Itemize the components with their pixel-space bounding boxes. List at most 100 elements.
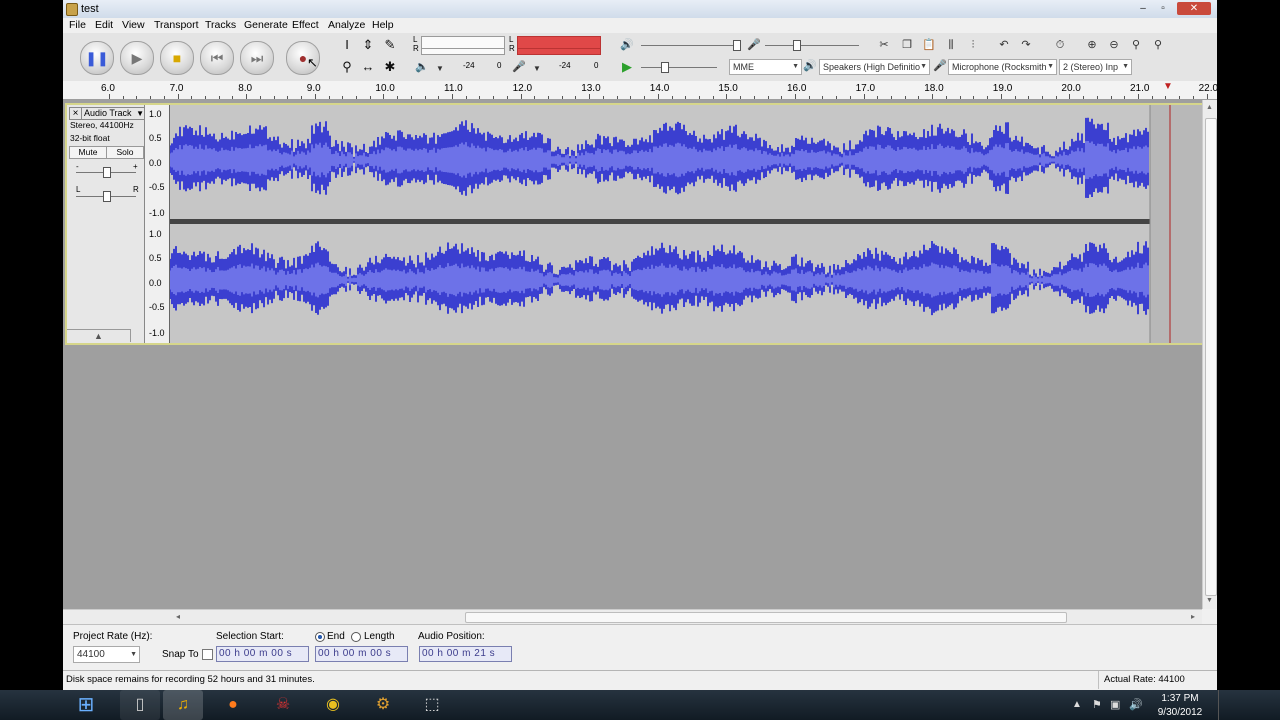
- draw-tool-icon[interactable]: ✎: [381, 36, 399, 54]
- ruler-tick-mark: [122, 96, 124, 99]
- cut-icon[interactable]: ✂: [875, 36, 893, 54]
- snap-to-checkbox[interactable]: [202, 649, 213, 660]
- playback-meter-r[interactable]: [421, 48, 505, 55]
- vertical-scroll-thumb[interactable]: [1205, 118, 1217, 596]
- taskbar-game[interactable]: ☠: [263, 690, 303, 720]
- ruler-tick-mark: [259, 96, 261, 99]
- length-radio[interactable]: [351, 632, 361, 642]
- chevron-down-icon: ▼: [130, 651, 137, 658]
- zoom-in-icon[interactable]: ⊕: [1083, 36, 1101, 54]
- input-volume-thumb[interactable]: [793, 40, 801, 51]
- collapse-button[interactable]: ▲: [67, 329, 131, 342]
- menu-help[interactable]: Help: [372, 19, 394, 31]
- silence-icon[interactable]: ⫶: [964, 36, 982, 54]
- envelope-tool-icon[interactable]: ⇕: [359, 36, 377, 54]
- skip-start-button[interactable]: ⏮: [200, 41, 234, 75]
- multi-tool-icon[interactable]: ✱: [381, 58, 399, 76]
- ruler-tick-mark: [973, 96, 975, 99]
- selection-end-time[interactable]: 00 h 00 m 00 s: [315, 646, 408, 662]
- record-meter-r[interactable]: [517, 48, 601, 55]
- fit-project-icon[interactable]: ⚲: [1149, 36, 1167, 54]
- output-volume-thumb[interactable]: [733, 40, 741, 51]
- tray-volume-icon[interactable]: 🔊: [1129, 698, 1143, 711]
- playhead-marker-icon[interactable]: ▼: [1163, 81, 1173, 92]
- horizontal-scrollbar[interactable]: ◂ ▸: [63, 609, 1202, 625]
- mute-button[interactable]: Mute: [69, 146, 107, 159]
- vertical-scrollbar[interactable]: ▲ ▼: [1202, 100, 1217, 609]
- ruler-tick-mark: [383, 94, 385, 99]
- ruler-tick-mark: [205, 96, 207, 99]
- menu-transport[interactable]: Transport: [154, 19, 199, 31]
- paste-icon[interactable]: 📋: [920, 36, 938, 54]
- pan-thumb[interactable]: [103, 191, 111, 202]
- tray-flag-icon[interactable]: ⚑: [1092, 698, 1102, 711]
- timeline-ruler[interactable]: 6.0 7.0 8.0 9.0 10.0 11.0 12.0 13.0 14.0 15.0 16.0…: [63, 81, 1217, 100]
- scroll-right-icon[interactable]: ▸: [1191, 612, 1195, 621]
- sync-lock-icon[interactable]: ⏱: [1051, 36, 1069, 54]
- minimize-icon[interactable]: –: [1133, 2, 1153, 15]
- selection-start-time[interactable]: 00 h 00 m 00 s: [216, 646, 309, 662]
- close-icon[interactable]: ✕: [1177, 2, 1211, 15]
- menu-generate[interactable]: Generate: [244, 19, 288, 31]
- menu-view[interactable]: View: [122, 19, 145, 31]
- zoom-tool-icon[interactable]: ⚲: [338, 58, 356, 76]
- scroll-up-icon[interactable]: ▲: [1206, 104, 1213, 111]
- selection-tool-icon[interactable]: I: [338, 36, 356, 54]
- input-device-select[interactable]: Microphone (Rocksmith ▼: [948, 59, 1057, 75]
- taskbar-chrome[interactable]: ◉: [313, 690, 353, 720]
- play-speed-slider[interactable]: [641, 67, 717, 68]
- audio-position-time[interactable]: 00 h 00 m 21 s: [419, 646, 512, 662]
- horizontal-scroll-thumb[interactable]: [465, 612, 1067, 623]
- output-device-select[interactable]: Speakers (High Definitio ▼: [819, 59, 930, 75]
- pause-button[interactable]: ❚❚: [80, 41, 114, 75]
- skip-end-button[interactable]: ⏭: [240, 41, 274, 75]
- solo-button[interactable]: Solo: [106, 146, 144, 159]
- timeshift-tool-icon[interactable]: ↔: [359, 58, 377, 76]
- fit-selection-icon[interactable]: ⚲: [1127, 36, 1145, 54]
- play-speed-thumb[interactable]: [661, 62, 669, 73]
- end-radio[interactable]: [315, 632, 325, 642]
- input-channels-select[interactable]: 2 (Stereo) Inp ▼: [1059, 59, 1132, 75]
- menu-effect[interactable]: Effect: [292, 19, 319, 31]
- scroll-left-icon[interactable]: ◂: [176, 612, 180, 621]
- taskbar-settings[interactable]: ⚙: [363, 690, 403, 720]
- ruler-tick-mark: [795, 94, 796, 99]
- output-device-icon: 🔊: [803, 60, 817, 72]
- clock-date[interactable]: 9/30/2012: [1150, 707, 1210, 718]
- undo-icon[interactable]: ↶: [995, 36, 1013, 54]
- input-volume-slider[interactable]: [765, 45, 859, 46]
- taskbar-explorer[interactable]: ▯: [120, 690, 160, 720]
- track-name-menu[interactable]: Audio Track ▼: [81, 107, 146, 120]
- menu-tracks[interactable]: Tracks: [205, 19, 236, 31]
- maximize-icon[interactable]: ▫: [1153, 2, 1173, 15]
- speaker-icon: 🔈: [415, 61, 429, 73]
- play-button[interactable]: ▶: [120, 41, 154, 75]
- tray-network-icon[interactable]: ▣: [1110, 698, 1120, 711]
- redo-icon[interactable]: ↷: [1017, 36, 1035, 54]
- rec-meter-dropdown-icon[interactable]: ▼: [528, 60, 546, 78]
- zoom-out-icon[interactable]: ⊖: [1105, 36, 1123, 54]
- project-rate-select[interactable]: 44100 ▼: [73, 646, 140, 663]
- taskbar-snipping[interactable]: ⬚: [412, 690, 452, 720]
- gain-thumb[interactable]: [103, 167, 111, 178]
- start-button[interactable]: ⊞: [68, 690, 104, 720]
- stop-icon: ■: [172, 50, 182, 66]
- amplitude-label: 0.5: [149, 133, 162, 143]
- play-meter-dropdown-icon[interactable]: ▼: [431, 60, 449, 78]
- taskbar-firefox[interactable]: ●: [213, 690, 253, 720]
- stop-button[interactable]: ■: [160, 41, 194, 75]
- clock-time[interactable]: 1:37 PM: [1150, 693, 1210, 704]
- play-at-speed-icon[interactable]: ▶: [618, 58, 636, 76]
- menu-file[interactable]: File: [69, 19, 86, 31]
- waveform-display[interactable]: [170, 105, 1202, 343]
- menu-analyze[interactable]: Analyze: [328, 19, 365, 31]
- audio-host-select[interactable]: MME ▼: [729, 59, 802, 75]
- menu-edit[interactable]: Edit: [95, 19, 113, 31]
- copy-icon[interactable]: ❐: [898, 36, 916, 54]
- output-volume-slider[interactable]: [641, 45, 741, 46]
- tray-expand-icon[interactable]: ▲: [1072, 699, 1082, 710]
- trim-icon[interactable]: ⫼: [942, 36, 960, 54]
- taskbar-audacity[interactable]: ♫: [163, 690, 203, 720]
- scroll-down-icon[interactable]: ▼: [1206, 597, 1213, 604]
- ruler-tick-mark: [136, 96, 138, 99]
